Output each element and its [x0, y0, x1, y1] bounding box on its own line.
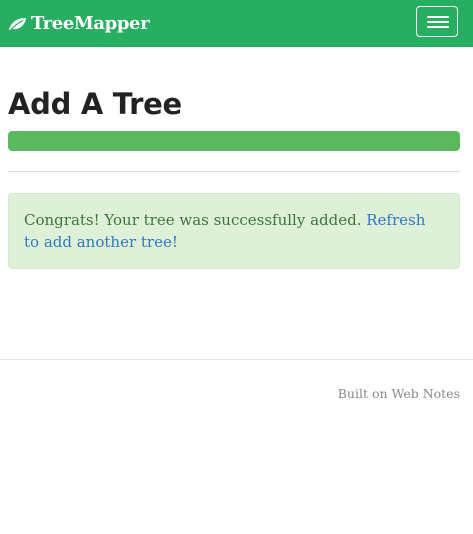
footer-text: Built on Web Notes: [337, 386, 460, 401]
leaf-icon: [8, 16, 27, 31]
progress-bar: [8, 131, 460, 151]
divider: [8, 171, 460, 172]
page-title: Add A Tree: [8, 87, 182, 121]
progress-bar-fill: [8, 131, 460, 151]
brand-name: TreeMapper: [31, 12, 150, 34]
navbar: TreeMapper: [0, 0, 473, 47]
menu-toggle-button[interactable]: [416, 6, 458, 37]
alert-message: Congrats! Your tree was successfully add…: [24, 211, 367, 229]
hamburger-menu-icon: [427, 16, 449, 18]
success-alert: Congrats! Your tree was successfully add…: [8, 193, 460, 269]
footer-divider: [0, 359, 473, 360]
brand-link[interactable]: TreeMapper: [8, 11, 150, 35]
